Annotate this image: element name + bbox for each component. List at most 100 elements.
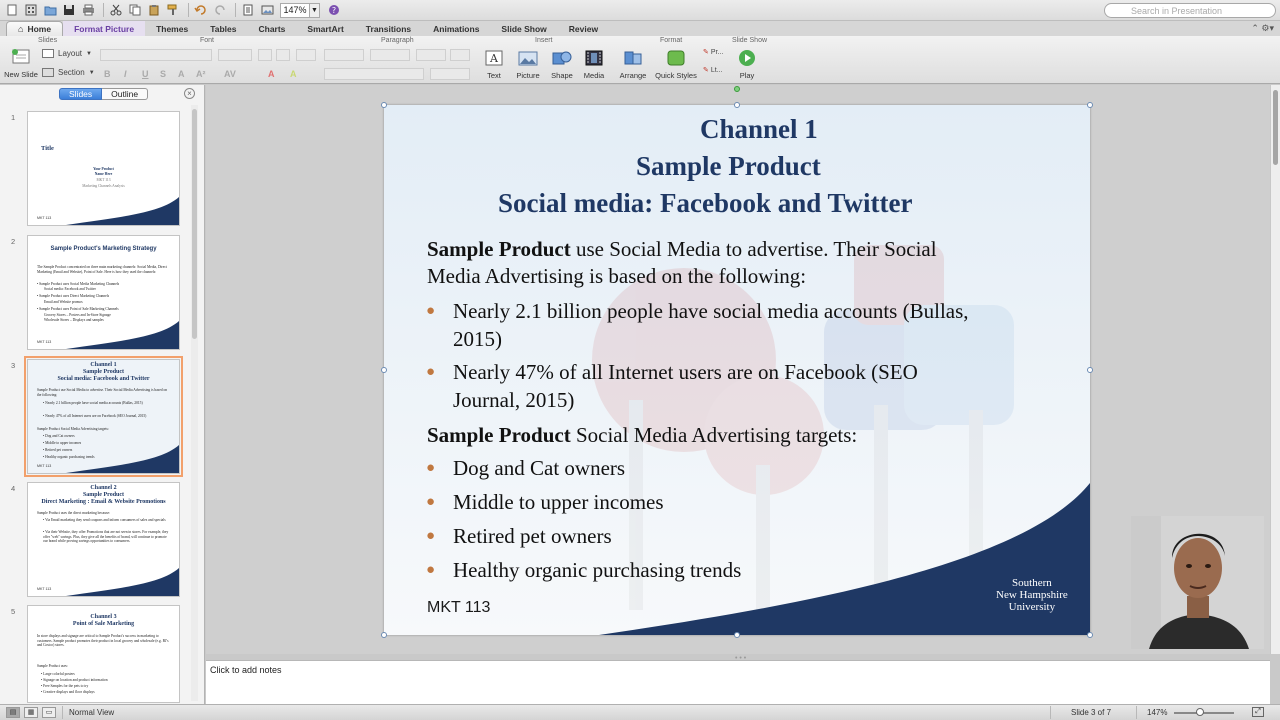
quick-styles-button[interactable]: Quick Styles bbox=[654, 49, 698, 80]
thumbnail-wave bbox=[66, 568, 179, 596]
spacing-icon[interactable]: AV bbox=[224, 69, 236, 79]
font-name-field[interactable] bbox=[100, 49, 212, 61]
play-button[interactable]: Play bbox=[734, 49, 760, 80]
font-grow-button[interactable] bbox=[258, 49, 272, 61]
resize-handle[interactable] bbox=[381, 102, 387, 108]
resize-handle[interactable] bbox=[381, 367, 387, 373]
numbering-button[interactable] bbox=[370, 49, 410, 61]
rotate-handle[interactable] bbox=[734, 86, 740, 92]
tab-transitions[interactable]: Transitions bbox=[355, 21, 422, 36]
font-shrink-button[interactable] bbox=[276, 49, 290, 61]
font-size-field[interactable] bbox=[218, 49, 252, 61]
tab-tables[interactable]: Tables bbox=[199, 21, 247, 36]
text-button[interactable]: A Text bbox=[480, 49, 508, 80]
fit-to-window-icon[interactable]: ⤢ bbox=[1252, 707, 1264, 717]
undo-icon[interactable] bbox=[193, 2, 209, 18]
thumbnail-line: • Via their Website, they offer Promotio… bbox=[43, 530, 169, 544]
slide[interactable]: Channel 1 Sample Product Social media: F… bbox=[384, 105, 1090, 635]
tab-smartart[interactable]: SmartArt bbox=[296, 21, 354, 36]
italic-icon[interactable]: I bbox=[124, 69, 127, 79]
canvas-scrollbar[interactable] bbox=[1270, 85, 1280, 654]
picture-button[interactable]: Picture bbox=[512, 49, 544, 80]
indent-button[interactable] bbox=[416, 49, 446, 61]
media-button[interactable]: Media bbox=[580, 49, 608, 80]
target-item: Middle to upper incomes bbox=[453, 490, 664, 514]
shadow-icon[interactable]: S bbox=[160, 69, 166, 79]
superscript-icon[interactable]: A² bbox=[196, 69, 206, 79]
chevron-down-icon[interactable]: ▼ bbox=[310, 2, 320, 18]
bullet-marker: ● bbox=[426, 561, 436, 578]
tab-review[interactable]: Review bbox=[558, 21, 609, 36]
tab-slides[interactable]: Slides bbox=[59, 88, 103, 100]
gallery-icon[interactable] bbox=[23, 2, 39, 18]
thumbnail-title: Sample Product's Marketing Strategy bbox=[50, 246, 157, 252]
copy-icon[interactable] bbox=[127, 2, 143, 18]
notes-pane[interactable]: Click to add notes bbox=[206, 660, 1270, 704]
strikethrough-icon[interactable]: A bbox=[178, 69, 185, 79]
search-input[interactable]: Search in Presentation bbox=[1104, 3, 1276, 18]
layout-button[interactable]: Layout ▼ bbox=[42, 49, 92, 58]
font-color-icon[interactable]: A bbox=[268, 69, 275, 79]
slide-footer: MKT 113 bbox=[427, 599, 491, 616]
thumbnail-wave bbox=[66, 197, 179, 225]
insert-picture-icon[interactable] bbox=[259, 2, 275, 18]
resize-handle[interactable] bbox=[1087, 102, 1093, 108]
quick-styles-label: Quick Styles bbox=[655, 71, 697, 80]
slide-thumbnail-1[interactable]: Title Your Product Name Here MKT 113 Mar… bbox=[27, 111, 180, 226]
zoom-slider[interactable] bbox=[1174, 712, 1234, 714]
open-icon[interactable] bbox=[42, 2, 58, 18]
presenter-view-button[interactable]: ▭ bbox=[42, 707, 56, 718]
panel-scrollbar-thumb[interactable] bbox=[192, 109, 197, 339]
paste-icon[interactable] bbox=[146, 2, 162, 18]
help-icon[interactable]: ? bbox=[326, 2, 342, 18]
text-direction-button[interactable] bbox=[430, 68, 470, 80]
new-icon[interactable] bbox=[4, 2, 20, 18]
resize-handle[interactable] bbox=[734, 632, 740, 638]
section-button[interactable]: Section ▼ bbox=[42, 68, 95, 77]
thumbnail-line: In store displays and signage are critic… bbox=[37, 634, 169, 648]
new-slide-button[interactable]: New Slide bbox=[3, 48, 39, 79]
resize-handle[interactable] bbox=[381, 632, 387, 638]
zoom-slider-thumb[interactable] bbox=[1196, 708, 1204, 716]
slides-view-icon[interactable] bbox=[240, 2, 256, 18]
resize-handle[interactable] bbox=[1087, 367, 1093, 373]
bullets-button[interactable] bbox=[324, 49, 364, 61]
alignment-buttons[interactable] bbox=[324, 68, 424, 80]
tab-format-picture[interactable]: Format Picture bbox=[63, 21, 146, 36]
picture-effects-button[interactable]: ✎ Lt... bbox=[703, 66, 723, 75]
normal-view-button[interactable]: ▤ bbox=[6, 707, 20, 718]
tab-themes[interactable]: Themes bbox=[145, 21, 199, 36]
print-icon[interactable] bbox=[80, 2, 96, 18]
clear-format-button[interactable] bbox=[296, 49, 316, 61]
slide-thumbnail-5[interactable]: Channel 3 Point of Sale Marketing In sto… bbox=[27, 605, 180, 703]
resize-handle[interactable] bbox=[1087, 632, 1093, 638]
underline-icon[interactable]: U bbox=[142, 69, 149, 79]
picture-style-button[interactable]: ✎ Pr... bbox=[703, 48, 723, 57]
save-icon[interactable] bbox=[61, 2, 77, 18]
slide-thumbnail-4[interactable]: Channel 2 Sample Product Direct Marketin… bbox=[27, 482, 180, 597]
arrange-button[interactable]: Arrange bbox=[618, 49, 648, 80]
close-icon[interactable]: × bbox=[184, 88, 195, 99]
tab-home[interactable]: ⌂ Home bbox=[6, 21, 64, 36]
tab-outline[interactable]: Outline bbox=[102, 88, 149, 100]
highlight-icon[interactable]: A bbox=[290, 69, 297, 79]
ribbon-tabs: ⌂ Home Format Picture Themes Tables Chart… bbox=[0, 21, 1280, 36]
slide-thumbnail-3[interactable]: Channel 1 Sample Product Social media: F… bbox=[24, 356, 183, 477]
cut-icon[interactable] bbox=[108, 2, 124, 18]
shape-button[interactable]: Shape bbox=[548, 49, 576, 80]
tab-slide-show[interactable]: Slide Show bbox=[490, 21, 557, 36]
tab-charts[interactable]: Charts bbox=[247, 21, 296, 36]
tab-animations[interactable]: Animations bbox=[422, 21, 490, 36]
columns-button[interactable] bbox=[450, 49, 470, 61]
ribbon-collapse-icon[interactable]: ⌃ ⚙▾ bbox=[1251, 23, 1274, 34]
slide-sorter-view-button[interactable]: ▦ bbox=[24, 707, 38, 718]
zoom-field[interactable]: 147% bbox=[280, 2, 310, 18]
canvas-scrollbar-thumb[interactable] bbox=[1273, 90, 1278, 165]
format-painter-icon[interactable] bbox=[165, 2, 181, 18]
resize-handle[interactable] bbox=[734, 102, 740, 108]
redo-icon[interactable] bbox=[212, 2, 228, 18]
bullet-item-line: Nearly 2.1 billion people have social me… bbox=[453, 299, 969, 323]
slide-thumbnail-2[interactable]: Sample Product's Marketing Strategy The … bbox=[27, 235, 180, 350]
thumbnail-title: Channel 2 Sample Product Direct Marketin… bbox=[41, 485, 166, 505]
bold-icon[interactable]: B bbox=[104, 69, 111, 79]
